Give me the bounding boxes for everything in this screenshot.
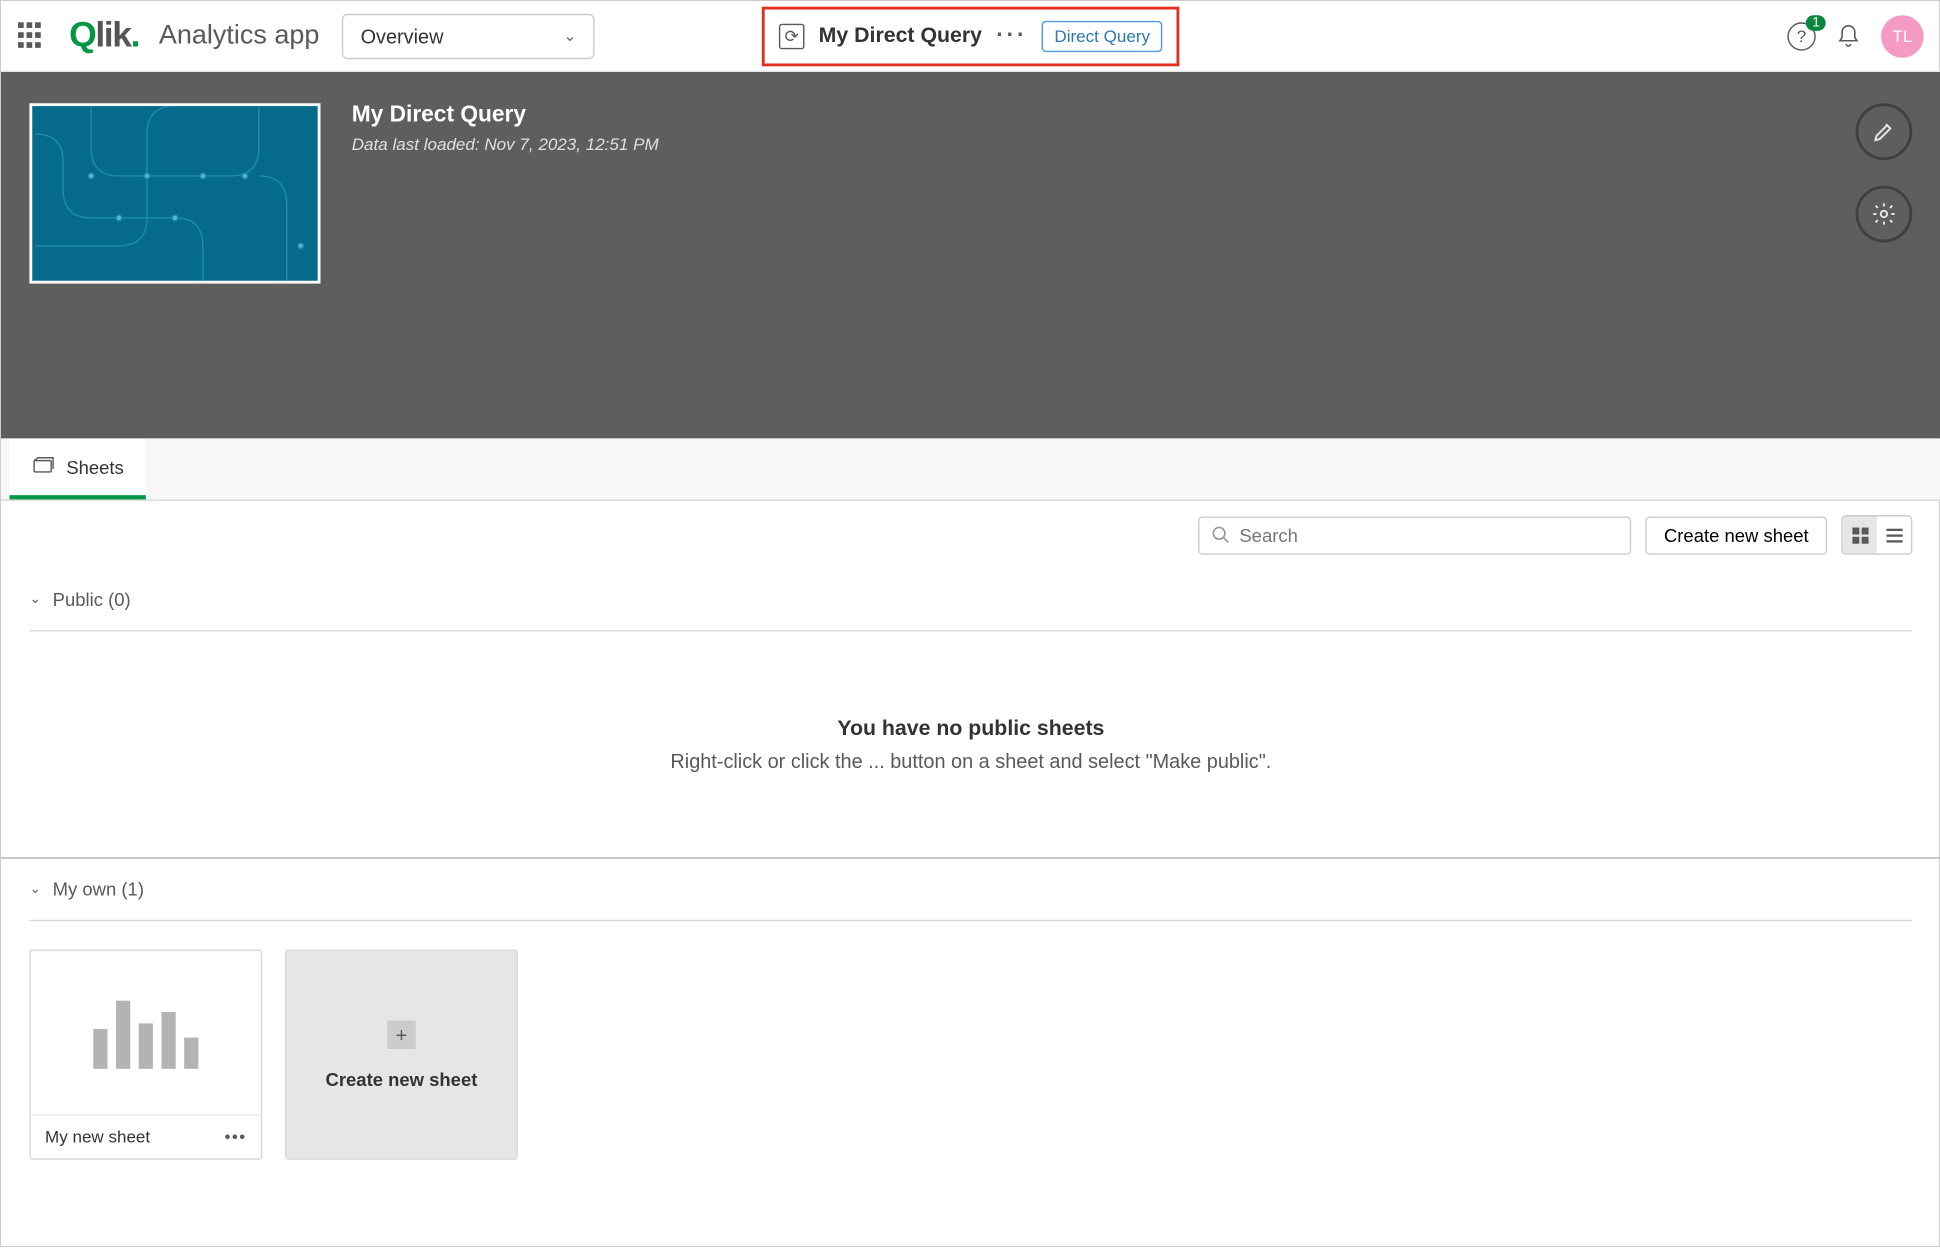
view-toggle [1841, 515, 1912, 555]
header-right: ? 1 TL [1787, 14, 1923, 57]
view-dropdown[interactable]: Overview ⌄ [342, 13, 595, 58]
app-title-group: My Direct Query ··· Direct Query [762, 6, 1180, 66]
sheet-card[interactable]: My new sheet ••• [29, 950, 262, 1160]
avatar[interactable]: TL [1881, 14, 1924, 57]
chevron-down-icon: ⌄ [29, 881, 41, 897]
edit-button[interactable] [1856, 103, 1913, 160]
settings-button[interactable] [1856, 186, 1913, 243]
app-title: My Direct Query [819, 24, 982, 48]
create-sheet-button[interactable]: Create new sheet [1645, 516, 1827, 554]
app-thumbnail [29, 103, 320, 283]
bell-icon[interactable] [1836, 23, 1862, 49]
tab-sheets-label: Sheets [66, 456, 123, 477]
direct-query-badge: Direct Query [1042, 20, 1163, 51]
grid-view-button[interactable] [1843, 516, 1877, 553]
empty-title: You have no public sheets [29, 717, 1912, 741]
search-box[interactable] [1198, 516, 1631, 554]
empty-desc: Right-click or click the ... button on a… [29, 749, 1912, 772]
search-icon [1211, 525, 1231, 545]
hero-text: My Direct Query Data last loaded: Nov 7,… [352, 103, 659, 283]
help-icon[interactable]: ? 1 [1787, 22, 1815, 50]
sheet-more-icon[interactable]: ••• [224, 1127, 246, 1147]
public-section: ⌄ Public (0) You have no public sheets R… [1, 569, 1940, 857]
app-icon [779, 23, 805, 49]
app-type-label: Analytics app [159, 20, 319, 51]
tab-bar: Sheets [1, 438, 1940, 500]
chevron-down-icon: ⌄ [29, 592, 41, 608]
chevron-down-icon: ⌄ [563, 27, 576, 45]
card-grid: My new sheet ••• + Create new sheet [1, 921, 1940, 1188]
search-input[interactable] [1239, 524, 1618, 545]
help-badge-count: 1 [1806, 14, 1825, 30]
myown-section-label: My own (1) [53, 879, 144, 900]
hero-banner: My Direct Query Data last loaded: Nov 7,… [1, 72, 1940, 438]
sheet-thumbnail [31, 951, 261, 1116]
top-bar: Qlik. Analytics app Overview ⌄ My Direct… [1, 1, 1940, 72]
public-section-label: Public (0) [53, 589, 131, 610]
sheets-toolbar: Create new sheet [1, 501, 1940, 569]
bar-chart-icon [93, 997, 198, 1068]
qlik-logo[interactable]: Qlik. [69, 15, 139, 56]
tab-sheets[interactable]: Sheets [10, 438, 147, 499]
create-sheet-card[interactable]: + Create new sheet [285, 950, 518, 1160]
list-view-button[interactable] [1877, 516, 1911, 553]
app-more-icon[interactable]: ··· [996, 23, 1027, 49]
hero-title: My Direct Query [352, 103, 659, 129]
public-empty-state: You have no public sheets Right-click or… [29, 631, 1912, 857]
sheets-icon [32, 455, 55, 479]
view-dropdown-label: Overview [361, 24, 444, 47]
myown-section: ⌄ My own (1) [1, 859, 1940, 921]
hero-subtitle: Data last loaded: Nov 7, 2023, 12:51 PM [352, 134, 659, 154]
launcher-icon[interactable] [18, 22, 46, 50]
myown-section-header[interactable]: ⌄ My own (1) [29, 859, 1912, 920]
public-section-header[interactable]: ⌄ Public (0) [29, 569, 1912, 630]
create-sheet-label: Create new sheet [326, 1068, 478, 1089]
sheet-name: My new sheet [45, 1127, 150, 1147]
plus-icon: + [387, 1020, 415, 1048]
